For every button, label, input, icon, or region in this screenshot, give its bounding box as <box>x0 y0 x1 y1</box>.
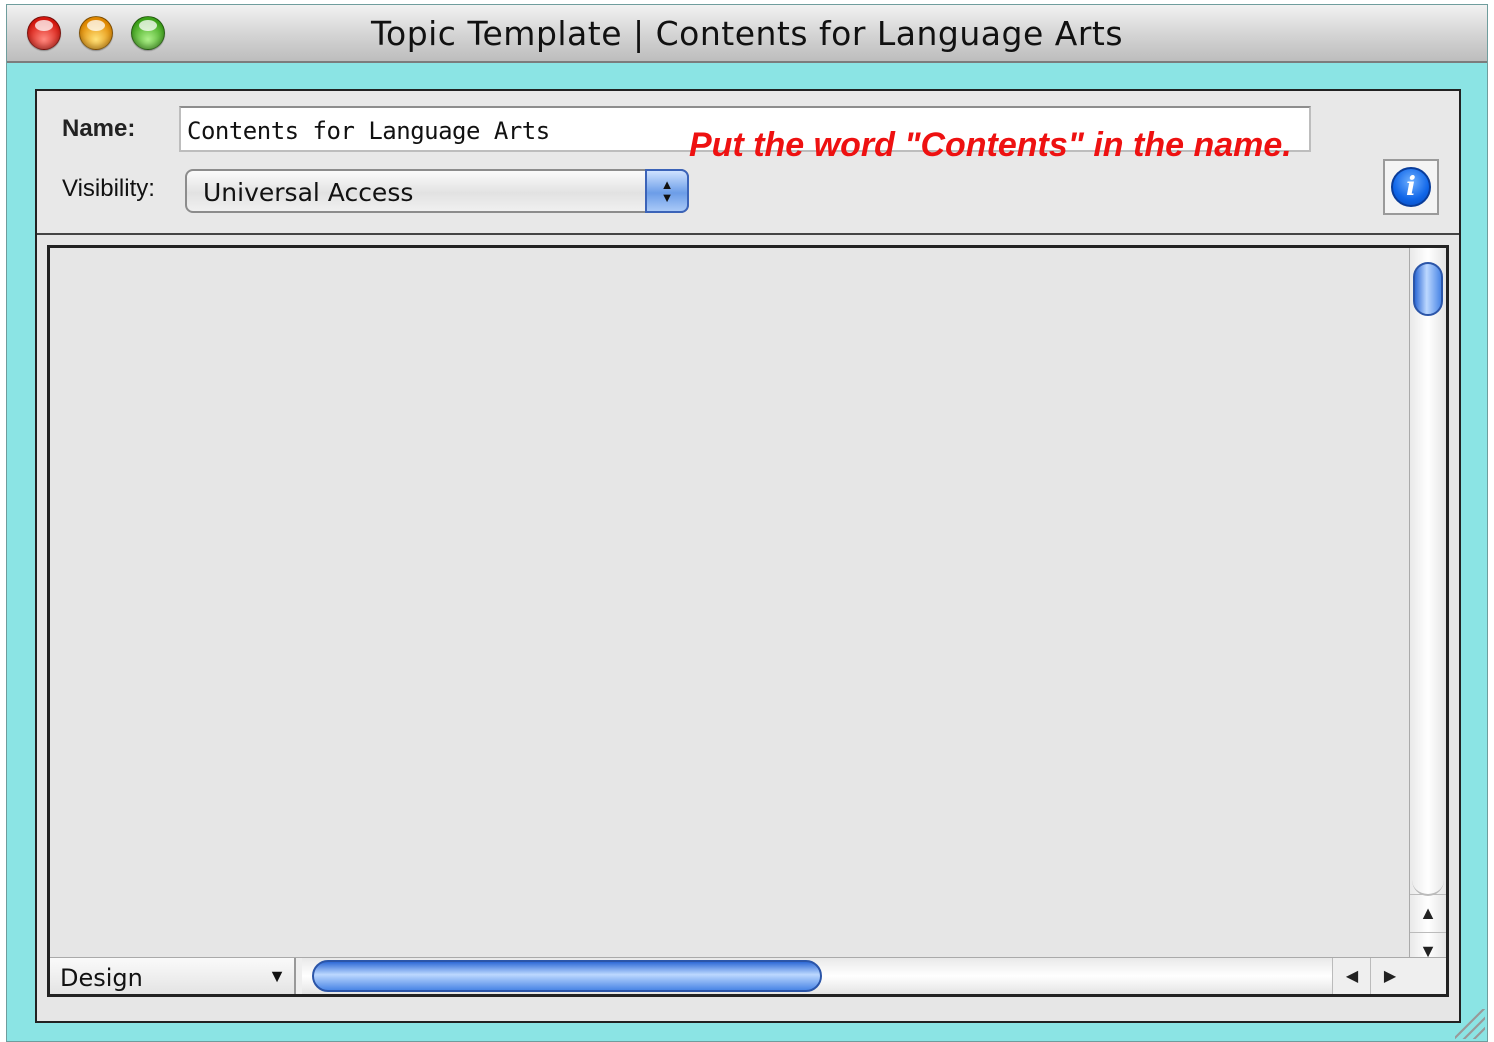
horizontal-scrollbar[interactable] <box>302 958 1332 994</box>
instruction-annotation: Put the word "Contents" in the name. <box>689 126 1292 164</box>
properties-section: Name: Contents for Language Arts Put the… <box>37 91 1459 235</box>
editor-bottom-bar: Design ▼ ◀ ▶ <box>50 957 1446 994</box>
content-editor[interactable]: ▲ ▼ Design ▼ ◀ ▶ <box>47 245 1449 997</box>
info-button[interactable]: i <box>1383 159 1439 215</box>
title-bar[interactable]: Topic Template | Contents for Language A… <box>7 5 1487 63</box>
arrow-up-icon[interactable]: ▲ <box>1410 894 1446 931</box>
window-title: Topic Template | Contents for Language A… <box>370 14 1124 53</box>
select-arrows-icon[interactable]: ▲ ▼ <box>645 169 689 213</box>
info-icon: i <box>1391 167 1431 207</box>
arrow-right-icon[interactable]: ▶ <box>1370 958 1409 994</box>
name-label: Name: <box>62 115 136 142</box>
visibility-label: Visibility: <box>62 175 155 202</box>
vertical-scroll-thumb[interactable] <box>1413 262 1443 316</box>
view-mode-select[interactable]: Design ▼ <box>50 958 296 994</box>
visibility-select[interactable]: Universal Access ▲ ▼ <box>185 169 689 213</box>
caret-down-icon: ▼ <box>268 966 286 986</box>
topic-template-window: Topic Template | Contents for Language A… <box>6 4 1488 1042</box>
content-panel: Name: Contents for Language Arts Put the… <box>35 89 1461 1023</box>
visibility-select-value: Universal Access <box>203 178 414 207</box>
vertical-track-end <box>1412 858 1444 896</box>
resize-grip-icon[interactable] <box>1455 1009 1485 1039</box>
name-field[interactable]: Contents for Language Arts Put the word … <box>179 106 1311 164</box>
arrow-left-icon[interactable]: ◀ <box>1332 958 1371 994</box>
horizontal-scroll-thumb[interactable] <box>312 960 822 992</box>
vertical-scrollbar[interactable]: ▲ ▼ <box>1409 248 1446 968</box>
name-field-value: Contents for Language Arts <box>187 117 550 145</box>
view-mode-value: Design <box>60 964 143 992</box>
chevron-down-icon: ▼ <box>660 190 674 205</box>
